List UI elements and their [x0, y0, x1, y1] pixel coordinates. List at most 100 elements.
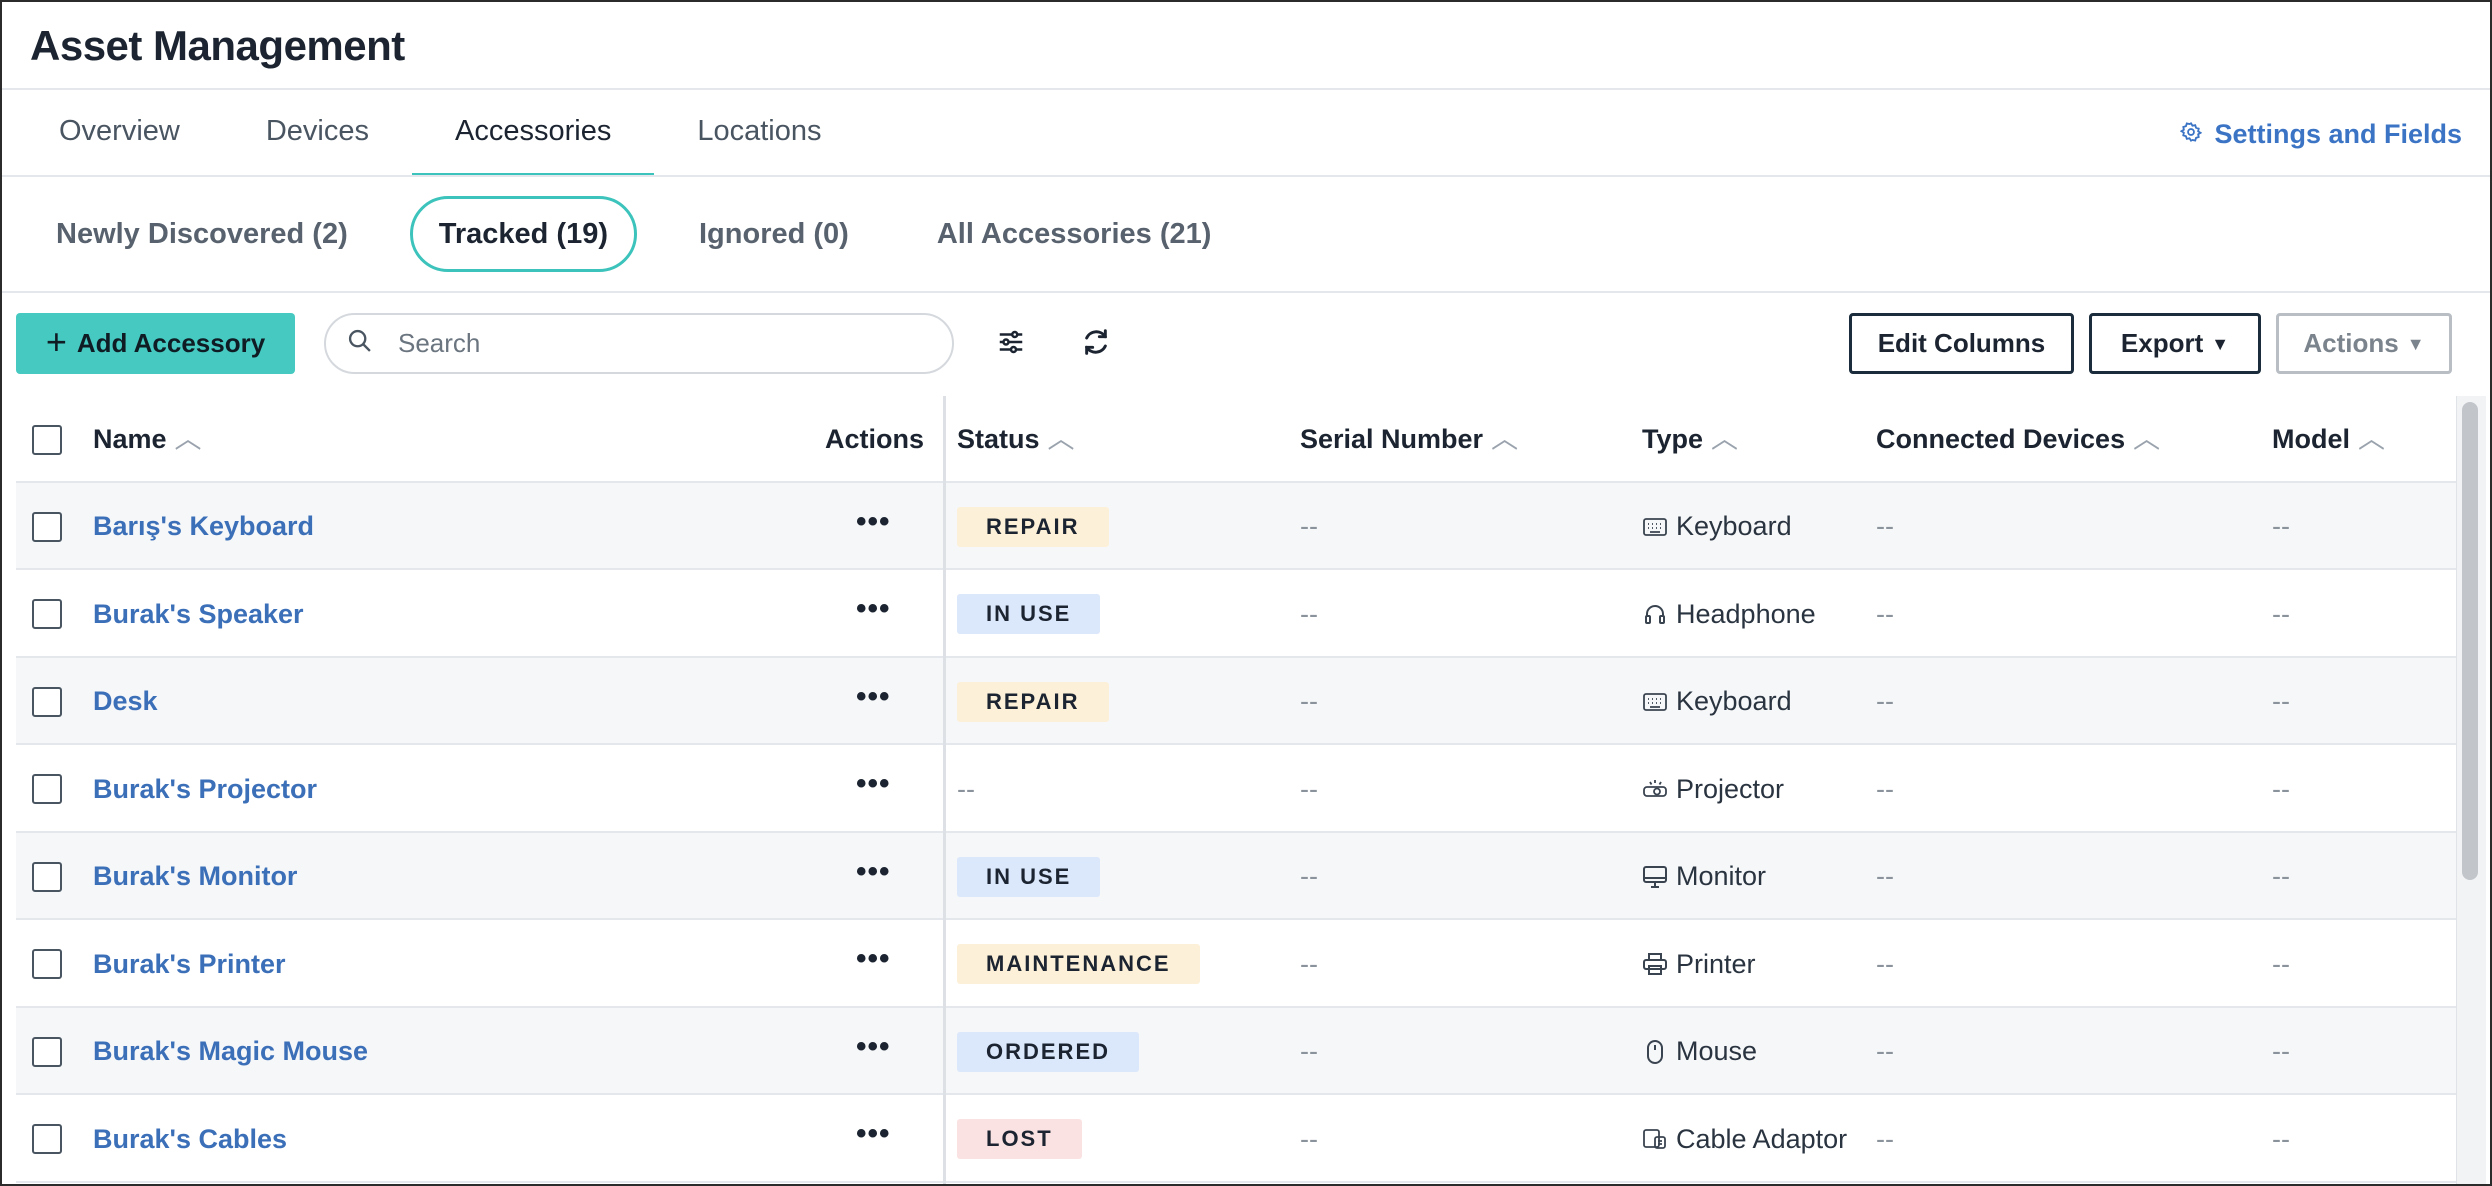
scrollbar-thumb[interactable]	[2462, 402, 2478, 880]
subtab-newly-discovered[interactable]: Newly Discovered (2)	[30, 196, 374, 272]
search-input[interactable]	[398, 328, 918, 359]
asset-name-link[interactable]: Burak's Printer	[93, 949, 286, 980]
printer-icon	[1642, 951, 1668, 977]
page-title: Asset Management	[30, 22, 405, 69]
serial-number-cell: --	[1300, 511, 1318, 541]
sort-up-icon: ︿	[2358, 424, 2385, 454]
column-header-status[interactable]: Status ︿	[957, 396, 1075, 483]
type-label: Keyboard	[1676, 686, 1792, 716]
table-row[interactable]: Desk ••• REPAIR -- Keyboard -- --	[16, 658, 2460, 745]
row-select-cell	[32, 571, 62, 658]
asset-name-link[interactable]: Burak's Monitor	[93, 861, 297, 892]
name-cell: Desk	[93, 658, 158, 745]
name-cell: Burak's Magic Mouse	[93, 1008, 368, 1095]
more-actions-icon[interactable]: •••	[856, 1031, 891, 1062]
tab-devices[interactable]: Devices	[223, 90, 412, 176]
column-header-serial-number[interactable]: Serial Number ︿	[1300, 396, 1518, 483]
connected-devices-cell: --	[1876, 773, 1894, 804]
accessories-table: Name ︿ Actions Status ︿ Serial Number ︿ Typ…	[16, 396, 2460, 1184]
more-actions-icon[interactable]: •••	[856, 856, 891, 887]
type-label: Keyboard	[1676, 511, 1792, 541]
connected-devices-cell: --	[1876, 948, 1894, 979]
sort-up-icon: ︿	[174, 424, 202, 454]
table-row[interactable]: Burak's Printer ••• MAINTENANCE -- Print…	[16, 921, 2460, 1008]
type-label: Cable Adaptor	[1676, 1123, 1848, 1154]
settings-and-fields-link[interactable]: Settings and Fields	[2180, 112, 2462, 156]
row-checkbox[interactable]	[32, 774, 62, 804]
asset-name-link[interactable]: Barış's Keyboard	[93, 511, 314, 542]
subtab-tracked[interactable]: Tracked (19)	[409, 196, 637, 272]
status-badge: IN USE	[957, 856, 1101, 897]
more-actions-icon[interactable]: •••	[856, 769, 891, 799]
status-badge: ORDERED	[957, 1031, 1140, 1072]
type-label: Monitor	[1676, 861, 1767, 891]
asset-name-link[interactable]: Burak's Cables	[93, 1124, 287, 1155]
row-select-cell	[32, 833, 62, 920]
row-checkbox[interactable]	[32, 686, 62, 717]
mouse-icon	[1642, 1039, 1668, 1065]
model-cell: --	[2272, 686, 2290, 716]
add-accessory-button[interactable]: + Add Accessory	[16, 313, 295, 374]
actions-button[interactable]: Actions ▼	[2276, 313, 2452, 374]
table-row[interactable]: Barış's Keyboard ••• REPAIR -- Keyboard …	[16, 483, 2460, 570]
column-header-connected-devices[interactable]: Connected Devices ︿	[1876, 396, 2160, 483]
row-checkbox[interactable]	[32, 599, 62, 629]
status-badge: IN USE	[957, 594, 1101, 634]
cable-adaptor-icon	[1642, 1126, 1668, 1152]
name-cell: Burak's Speaker	[93, 571, 304, 658]
row-checkbox[interactable]	[32, 949, 62, 979]
more-actions-icon[interactable]: •••	[856, 1119, 891, 1149]
row-select-cell	[32, 746, 62, 833]
subtab-all-accessories[interactable]: All Accessories (21)	[911, 196, 1238, 272]
table-row[interactable]: Burak's Cables ••• LOST -- Cable Adaptor…	[16, 1096, 2460, 1183]
model-cell: --	[2272, 773, 2290, 804]
more-actions-icon[interactable]: •••	[856, 944, 891, 974]
table-row[interactable]: Burak's Speaker ••• IN USE -- Headphone …	[16, 571, 2460, 658]
export-button[interactable]: Export ▼	[2089, 313, 2261, 374]
type-cell: Keyboard	[1642, 483, 1792, 570]
filter-button[interactable]	[987, 320, 1035, 368]
table-row[interactable]: Burak's Projector ••• -- -- Projector --…	[16, 746, 2460, 833]
asset-name-link[interactable]: Burak's Magic Mouse	[93, 1036, 368, 1067]
table-row[interactable]: Burak's Magic Mouse ••• ORDERED -- Mouse…	[16, 1008, 2460, 1095]
name-cell: Barış's Keyboard	[93, 483, 314, 570]
edit-columns-button[interactable]: Edit Columns	[1849, 313, 2074, 374]
asset-name-link[interactable]: Burak's Speaker	[93, 599, 304, 630]
export-label: Export	[2120, 328, 2204, 358]
table-header: Name ︿ Actions Status ︿ Serial Number ︿ Typ…	[16, 396, 2460, 483]
type-cell: Printer	[1642, 921, 1756, 1008]
refresh-button[interactable]	[1072, 320, 1120, 368]
name-cell: Burak's Projector	[93, 746, 317, 833]
column-header-name[interactable]: Name ︿	[93, 396, 202, 483]
more-actions-icon[interactable]: •••	[856, 506, 891, 537]
serial-number-cell: --	[1300, 861, 1318, 891]
type-cell: Projector	[1642, 746, 1784, 833]
tab-overview[interactable]: Overview	[16, 90, 223, 176]
row-select-cell	[32, 921, 62, 1008]
tab-locations[interactable]: Locations	[654, 90, 864, 176]
connected-devices-cell: --	[1876, 511, 1894, 541]
row-checkbox[interactable]	[32, 1036, 62, 1067]
tab-accessories[interactable]: Accessories	[412, 90, 655, 176]
more-actions-icon[interactable]: •••	[856, 594, 891, 624]
asset-name-link[interactable]: Burak's Projector	[93, 774, 317, 805]
more-actions-icon[interactable]: •••	[856, 681, 891, 712]
projector-icon	[1642, 776, 1668, 802]
sliders-icon	[996, 327, 1026, 362]
status-cell: REPAIR	[957, 658, 1109, 745]
serial-number-cell: --	[1300, 1036, 1318, 1066]
column-header-type[interactable]: Type ︿	[1642, 396, 1738, 483]
asset-name-link[interactable]: Desk	[93, 686, 158, 717]
row-checkbox[interactable]	[32, 511, 62, 542]
subtab-ignored[interactable]: Ignored (0)	[673, 196, 875, 272]
row-checkbox[interactable]	[32, 1124, 62, 1154]
status-cell: IN USE	[957, 833, 1101, 920]
type-cell: Cable Adaptor	[1642, 1096, 1847, 1183]
select-all-checkbox[interactable]	[32, 424, 62, 455]
model-cell: --	[2272, 598, 2290, 629]
row-checkbox[interactable]	[32, 861, 62, 892]
column-header-model[interactable]: Model ︿	[2272, 396, 2385, 483]
table-row[interactable]: Burak's Monitor ••• IN USE -- Monitor --…	[16, 833, 2460, 920]
name-cell: Burak's Cables	[93, 1096, 287, 1183]
serial-number-cell: --	[1300, 1123, 1318, 1154]
